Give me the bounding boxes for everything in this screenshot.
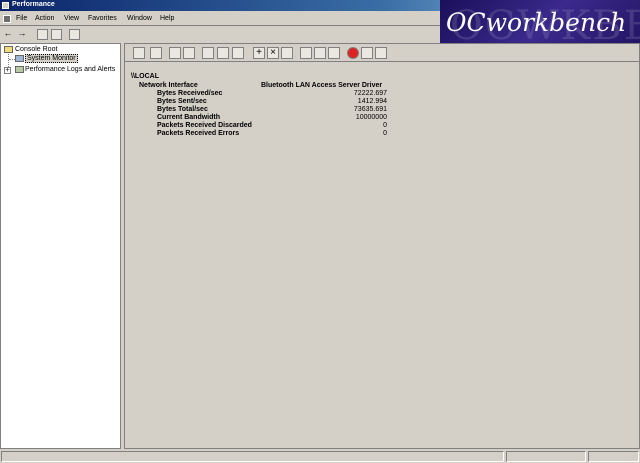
counter-name: Bytes Total/sec	[157, 106, 208, 113]
status-segment	[1, 451, 504, 462]
status-segment	[588, 451, 639, 462]
status-segment	[506, 451, 586, 462]
console-tree: Console Root System Monitor + Performanc…	[0, 43, 121, 449]
counter-name: Packets Received Discarded	[157, 122, 252, 129]
counter-value: 0	[383, 130, 387, 137]
view-histogram-icon[interactable]	[217, 47, 229, 59]
menu-help[interactable]: Help	[160, 15, 174, 22]
view-graph-icon[interactable]	[202, 47, 214, 59]
counter-value: 73635.691	[353, 106, 387, 113]
view-report-icon[interactable]	[232, 47, 244, 59]
system-monitor-icon	[15, 55, 24, 62]
navigation-toolbar: ← →	[0, 27, 440, 41]
object-name: Network Interface	[139, 82, 198, 89]
show-hide-tree-icon[interactable]	[51, 29, 62, 40]
view-log-data-icon[interactable]	[183, 47, 195, 59]
counter-name: Packets Received Errors	[157, 130, 240, 137]
status-bar	[0, 450, 640, 463]
counter-value: 0	[383, 122, 387, 129]
menu-view[interactable]: View	[64, 15, 79, 22]
console-icon[interactable]	[3, 15, 11, 23]
help-icon[interactable]	[375, 47, 387, 59]
logo-text: OCworkbench	[446, 8, 627, 37]
report-view: \\LOCAL Network Interface Bluetooth LAN …	[125, 63, 639, 448]
counter-value: 1412.994	[357, 98, 387, 105]
update-data-icon[interactable]	[361, 47, 373, 59]
tree-item-logs-alerts[interactable]: Performance Logs and Alerts	[25, 66, 115, 73]
delete-counter-button[interactable]: ×	[267, 47, 279, 59]
view-current-activity-icon[interactable]	[169, 47, 181, 59]
logs-alerts-icon	[15, 66, 24, 73]
freeze-display-icon[interactable]	[347, 47, 359, 59]
tree-item-system-monitor[interactable]: System Monitor	[25, 54, 78, 63]
properties-icon[interactable]	[328, 47, 340, 59]
help-icon[interactable]	[69, 29, 80, 40]
counter-name: Bytes Sent/sec	[157, 98, 207, 105]
add-counter-button[interactable]: +	[253, 47, 265, 59]
expand-toggle[interactable]: +	[4, 67, 11, 74]
forward-button[interactable]: →	[17, 28, 27, 40]
up-one-level-icon[interactable]	[37, 29, 48, 40]
computer-name: \\LOCAL	[131, 73, 159, 80]
counter-value: 10000000	[355, 114, 387, 121]
clear-display-icon[interactable]	[150, 47, 162, 59]
back-button[interactable]: ←	[3, 28, 13, 40]
tree-item-console-root[interactable]: Console Root	[15, 46, 57, 53]
highlight-icon[interactable]	[281, 47, 293, 59]
new-counter-set-icon[interactable]	[133, 47, 145, 59]
menu-window[interactable]: Window	[127, 15, 152, 22]
counter-name: Bytes Received/sec	[157, 90, 223, 97]
copy-properties-icon[interactable]	[300, 47, 312, 59]
app-icon	[2, 2, 9, 9]
menu-favorites[interactable]: Favorites	[88, 15, 117, 22]
menu-action[interactable]: Action	[35, 15, 54, 22]
menu-file[interactable]: File	[16, 15, 27, 22]
system-monitor-toolbar: + ×	[125, 44, 639, 62]
system-monitor-pane: + × \\LOCAL Network Interface Bluetooth …	[124, 43, 640, 449]
counter-value: 72222.697	[353, 90, 387, 97]
window-title: Performance	[12, 1, 55, 8]
paste-counter-list-icon[interactable]	[314, 47, 326, 59]
counter-name: Current Bandwidth	[157, 114, 220, 121]
instance-name: Bluetooth LAN Access Server Driver	[261, 82, 383, 89]
folder-icon	[4, 46, 13, 53]
